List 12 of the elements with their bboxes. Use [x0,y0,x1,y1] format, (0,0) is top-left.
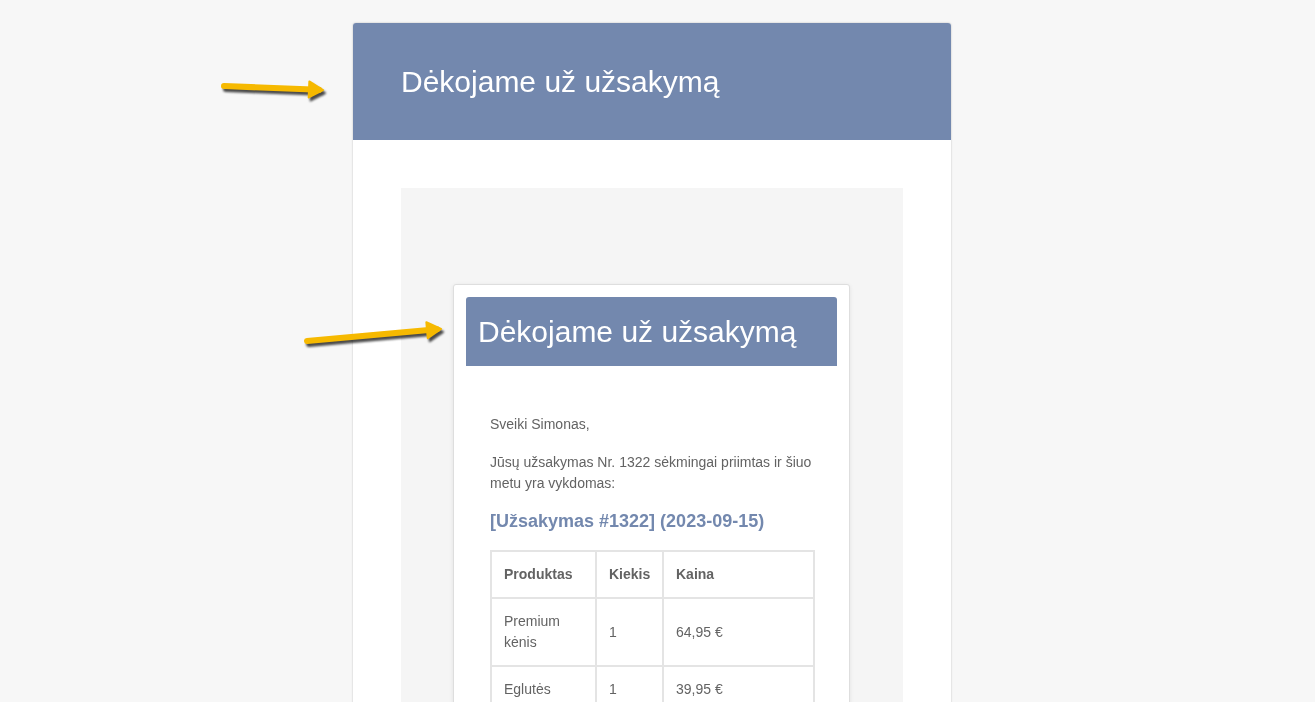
greeting-text: Sveiki Simonas, [490,415,591,434]
intro-text: Jūsų užsakymas Nr. 1322 sėkmingai priimtas ir šiuo metu yra vykdomas: [490,453,813,493]
table-cell: Premium kėnis [491,598,596,666]
column-header: Kiekis [596,551,663,598]
column-header: Produktas [491,551,596,598]
table-cell: 64,95 € [663,598,814,666]
table-cell: 1 [596,598,663,666]
page-title: Dėkojame už užsakymą [401,63,720,100]
email-title: Dėkojame už užsakymą [478,313,797,350]
order-heading: [Užsakymas #1322] (2023-09-15) [490,510,766,532]
column-header: Kaina [663,551,814,598]
table-cell: Eglutės [491,666,596,702]
